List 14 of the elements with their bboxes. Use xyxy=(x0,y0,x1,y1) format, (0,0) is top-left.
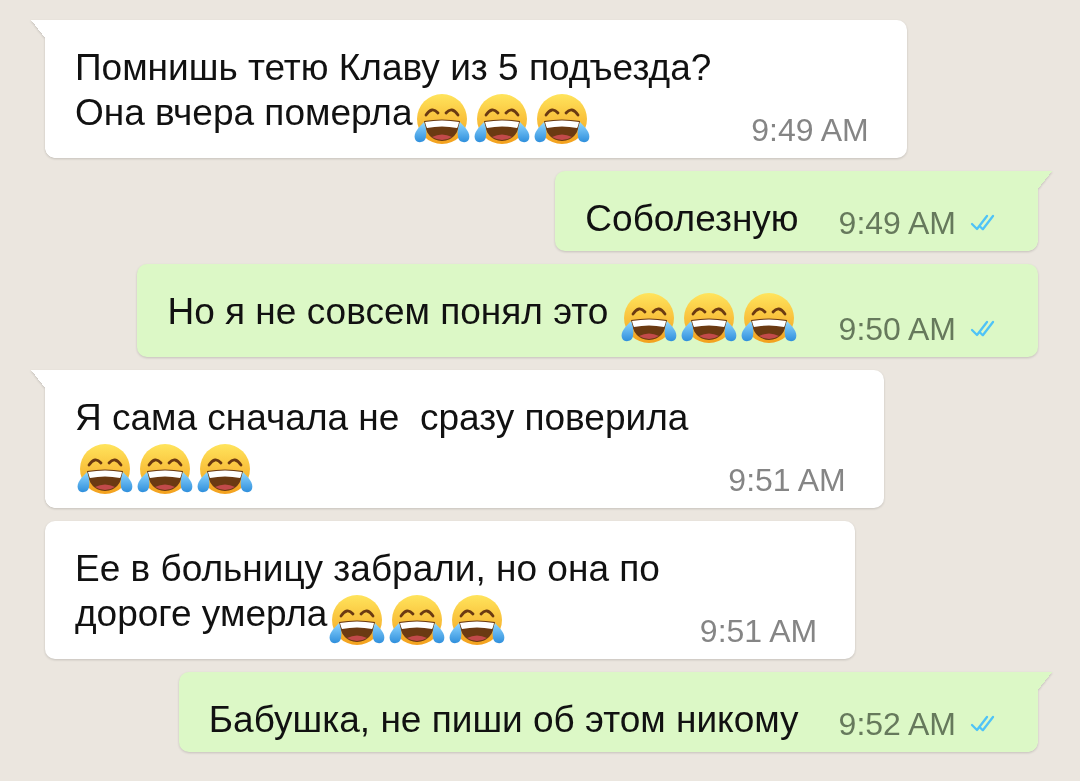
timestamp: 9:52 AM xyxy=(838,706,956,742)
message-text: Бабушка, не пиши об этом никому xyxy=(208,699,799,740)
message-text: Но я не совсем понял это xyxy=(167,291,610,332)
timestamp: 9:49 AM xyxy=(751,112,869,148)
message-text: Ее в больницу забрали, но она по xyxy=(75,548,660,589)
timestamp: 9:51 AM xyxy=(728,462,846,498)
message-text: Я сама сначала не сразу поверила xyxy=(75,397,689,438)
message-text: Помнишь тетю Клаву из 5 подъезда? xyxy=(75,47,712,88)
timestamp: 9:50 AM xyxy=(838,311,956,347)
timestamp: 9:51 AM xyxy=(699,613,818,649)
message-text: Соболезную xyxy=(585,198,799,239)
timestamp: 9:49 AM xyxy=(838,205,956,241)
message-text: Она вчера померла xyxy=(75,92,413,133)
message-text: дороге умерла xyxy=(75,593,328,634)
